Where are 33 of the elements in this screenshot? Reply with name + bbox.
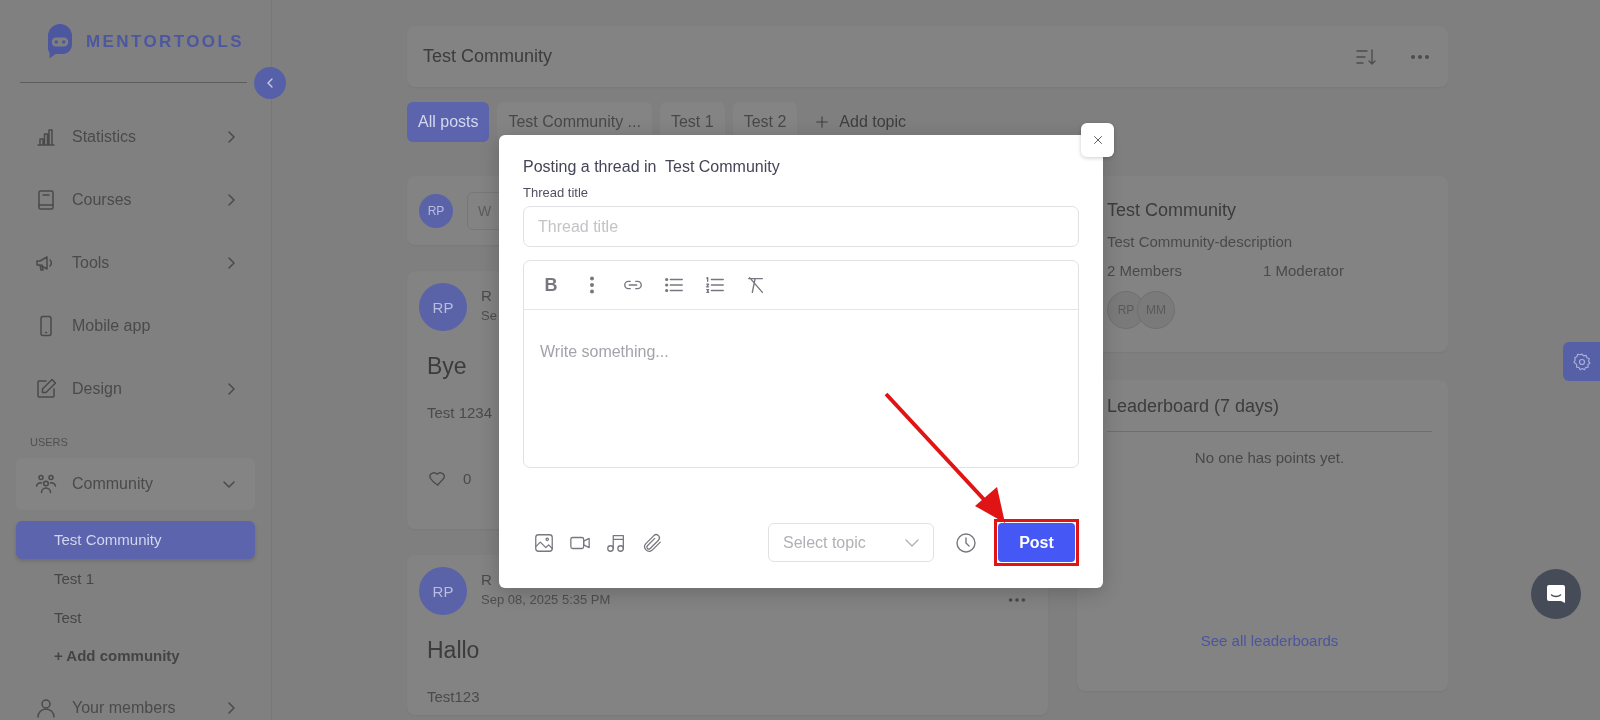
user-avatar: RP — [419, 193, 453, 228]
author-name: R — [481, 571, 493, 588]
add-topic-button[interactable]: Add topic — [805, 102, 907, 142]
post-body: Test123 — [427, 688, 481, 705]
add-community-link[interactable]: + Add community — [16, 637, 255, 675]
post-button[interactable]: Post — [998, 523, 1075, 562]
modal-title: Posting a thread in Test Community — [523, 158, 781, 176]
sidebar-item[interactable]: Community — [16, 458, 255, 510]
topic-select[interactable]: Select topic — [768, 523, 934, 562]
leaderboard-title: Leaderboard (7 days) — [1107, 396, 1432, 432]
community-description: Test Community-description — [1107, 233, 1294, 250]
post-body: Test 1234 — [427, 404, 494, 421]
community-title: Test Community — [1107, 200, 1238, 221]
sidebar-subitem[interactable]: Test 1 — [16, 560, 255, 598]
see-all-link[interactable]: See all leaderboards — [1200, 632, 1339, 649]
like-count: 0 — [463, 469, 472, 487]
empty-message: No one has points yet. — [1193, 449, 1346, 468]
post-title: Bye — [427, 353, 468, 380]
user-avatar: RP — [419, 567, 467, 615]
sidebar-subitem[interactable]: Test Community — [16, 521, 255, 559]
user-avatar: RP — [419, 283, 467, 331]
bold-button[interactable]: B — [540, 274, 562, 296]
thread-title-field[interactable]: Thread title — [523, 206, 1079, 247]
page-title: Test Community — [423, 46, 554, 67]
sidebar-subitem[interactable]: Test — [16, 599, 255, 637]
topic-tab[interactable]: All posts — [407, 102, 490, 142]
field-label: Thread title — [523, 185, 590, 200]
editor-placeholder: Write something... — [540, 343, 669, 361]
moderator-count: 1 Moderator — [1263, 262, 1345, 279]
post-title: Hallo — [427, 637, 481, 664]
member-count: 2 Members — [1107, 262, 1184, 279]
text-editor[interactable]: B Write something... — [523, 260, 1079, 468]
author-name: R — [481, 287, 493, 304]
